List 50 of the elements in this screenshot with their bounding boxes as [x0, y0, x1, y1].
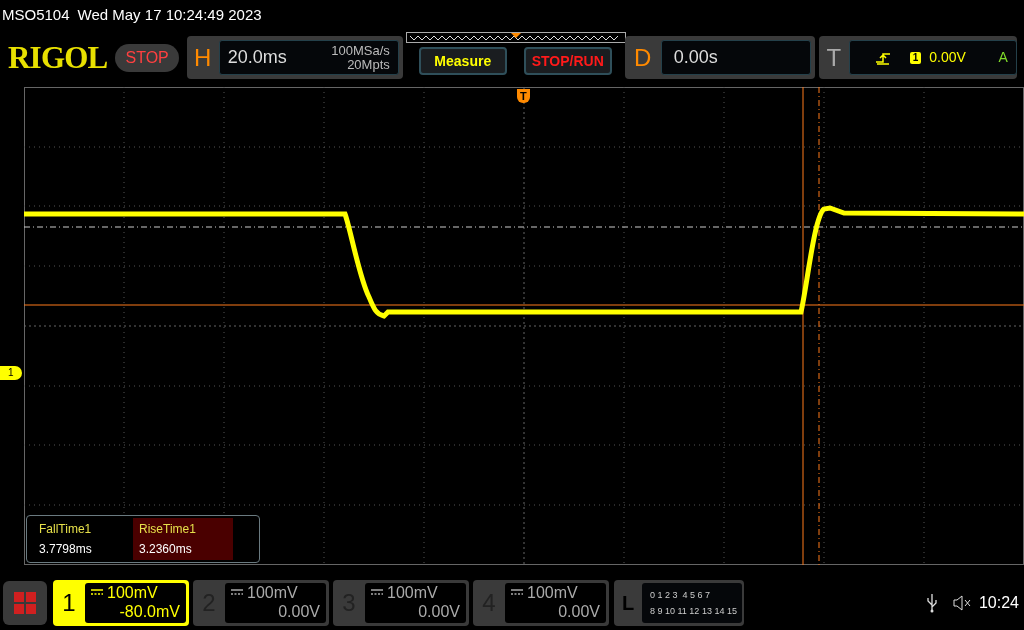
logic-bit-labels: 0 1 2 3 4 5 6 7 [650, 588, 712, 602]
dc-coupling-icon [371, 589, 383, 595]
trigger-level: 0.00V [929, 48, 966, 67]
horizontal-panel[interactable]: H 20.0ms 100MSa/s 20Mpts [186, 36, 403, 79]
channel-offset: -80.0mV [119, 601, 180, 621]
delay-label: D [633, 42, 653, 73]
delay-value: 0.00s [673, 46, 718, 69]
dc-coupling-icon [511, 589, 523, 595]
channel-scale: 100mV [247, 582, 298, 602]
dc-coupling-icon [91, 589, 103, 595]
trigger-panel[interactable]: T 1 0.00V A [818, 36, 1017, 79]
measurement-name: FallTime1 [39, 521, 93, 538]
measurement-value: 3.2360ms [139, 541, 193, 558]
run-status: STOP [115, 43, 179, 72]
timebase-value: 20.0ms [227, 46, 287, 69]
measurement-name: RiseTime1 [139, 521, 197, 538]
speaker-muted-icon [952, 594, 971, 611]
channel-offset: 0.00V [278, 601, 320, 621]
channel-number: 1 [61, 587, 77, 618]
delay-panel[interactable]: D 0.00s [624, 36, 815, 79]
channel-scale: 100mV [107, 582, 158, 602]
channel-panel[interactable]: 1 100mV -80.0mV [53, 579, 189, 626]
date-time: Wed May 17 10:24:49 2023 [77, 5, 262, 25]
memory-depth: 20Mpts [347, 57, 390, 72]
horizontal-label: H [193, 42, 213, 73]
menu-button[interactable] [3, 580, 47, 625]
measurement-item[interactable]: RiseTime1 3.2360ms [133, 518, 233, 560]
model-name: MSO5104 [2, 5, 70, 25]
logic-bit-labels: 8 9 10 11 12 13 14 15 [650, 604, 738, 618]
softkey-button[interactable]: STOP/RUN [523, 47, 612, 75]
rising-edge-icon [875, 50, 890, 65]
logic-label: L [620, 590, 636, 616]
grid-icon [14, 591, 36, 614]
usb-icon [926, 592, 937, 613]
measurement-value: 3.7798ms [39, 541, 93, 558]
channel-scale: 100mV [387, 582, 438, 602]
trigger-label: T [825, 42, 843, 73]
channel-scale: 100mV [527, 582, 578, 602]
trigger-position-marker: T [517, 89, 530, 103]
dc-coupling-icon [231, 589, 243, 595]
channel-offset: 0.00V [418, 601, 460, 621]
softkey-button[interactable]: Measure [418, 47, 507, 75]
sample-rate: 100MSa/s [331, 43, 390, 58]
trigger-mode: A [998, 48, 1008, 67]
brand-logo: RIGOL [8, 42, 108, 73]
trigger-source: 1 [909, 51, 922, 64]
clock-time: 10:24 [978, 592, 1019, 613]
channel-offset: 0.00V [558, 601, 600, 621]
channel-marker: 1 [0, 366, 22, 380]
logic-panel[interactable]: L 0 1 2 3 4 5 6 7 8 9 10 11 12 13 14 15 [614, 579, 744, 626]
